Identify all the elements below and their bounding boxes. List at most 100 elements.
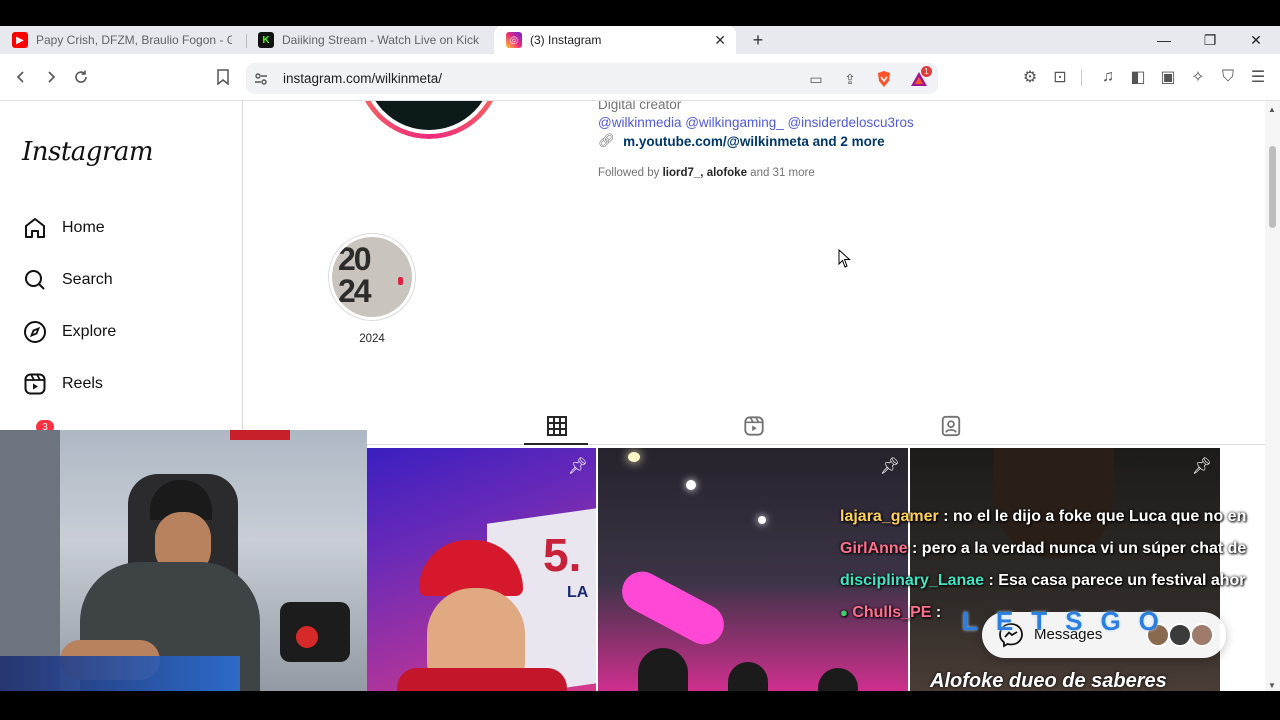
scroll-thumb[interactable] [1269, 146, 1276, 228]
sidebar-item-label: Search [62, 271, 113, 288]
sidebar-item-explore[interactable]: Explore [22, 317, 116, 347]
post-tile[interactable]: 📌︎ [598, 448, 908, 691]
followed-by[interactable]: Followed by liord7_, alofoke and 31 more [598, 167, 815, 179]
chat-user: Chulls_PE [852, 604, 932, 621]
cast-icon[interactable]: ▭ [806, 69, 826, 89]
share-icon[interactable]: ⇪ [840, 69, 860, 89]
chat-user: disciplinary_Lanae [840, 572, 985, 589]
tab-title: (3) Instagram [530, 33, 602, 47]
post-overlay-number: 5. [543, 529, 582, 581]
sidebar-item-label: Home [62, 219, 105, 236]
sidebar-item-search[interactable]: Search [22, 265, 113, 295]
reels-tab-icon[interactable] [739, 411, 769, 441]
bottom-letterbox [0, 691, 1280, 720]
screen: ▶ Papy Crish, DFZM, Braulio Fogon - G K … [0, 0, 1280, 720]
instagram-icon: ◎ [506, 32, 522, 48]
verified-badge-icon: ● [840, 605, 848, 620]
brave-shields-icon[interactable] [874, 69, 894, 89]
profile-category: Digital creator [598, 101, 682, 112]
reels-icon [22, 371, 48, 397]
browser-tab-strip: ▶ Papy Crish, DFZM, Braulio Fogon - G K … [0, 26, 1280, 54]
home-icon [22, 215, 48, 241]
profile-handles[interactable]: @wilkinmedia @wilkingaming_ @insiderdelo… [598, 115, 914, 130]
chat-message: lajara_gamer : no el le dijo a foke que … [840, 508, 1246, 526]
mouse-cursor [838, 249, 851, 268]
sidebar-item-home[interactable]: Home [22, 213, 105, 243]
brave-rewards-icon[interactable]: 1 [909, 66, 932, 89]
chat-user: GirlAnne [840, 540, 908, 557]
link-icon: 🔗︎ [598, 133, 616, 148]
address-bar[interactable]: instagram.com/wilkinmeta/ ▭ ⇪ 1 [246, 63, 938, 94]
tab-youtube[interactable]: ▶ Papy Crish, DFZM, Braulio Fogon - G [12, 26, 242, 54]
chat-message: ● Chulls_PE : [840, 604, 941, 622]
pink-shoe [615, 564, 731, 652]
leo-ai-icon[interactable]: ✧ [1187, 66, 1209, 88]
minimize-button[interactable]: — [1141, 26, 1187, 54]
highlight-cover-text: 24 [338, 273, 372, 309]
followed-prefix: Followed by [598, 167, 660, 179]
tab-instagram[interactable]: ◎ (3) Instagram ✕ [494, 26, 736, 54]
bookmark-icon[interactable] [212, 66, 234, 88]
chat-text: : [935, 604, 942, 621]
reload-button[interactable] [70, 66, 92, 88]
tab-title: Papy Crish, DFZM, Braulio Fogon - G [36, 33, 232, 47]
youtube-icon: ▶ [12, 32, 28, 48]
profile-link-text: m.youtube.com/@wilkinmeta and 2 more [623, 133, 885, 149]
tabs-divider [243, 444, 1265, 445]
chat-message: disciplinary_Lanae : Esa casa parece un … [840, 572, 1246, 590]
shirt [397, 668, 567, 691]
media-icon[interactable]: ♫ [1097, 66, 1119, 88]
rewards-badge: 1 [921, 66, 932, 77]
profile-main: Digital creator @wilkinmedia @wilkingami… [243, 101, 1265, 691]
chat-user: lajara_gamer [840, 508, 939, 525]
scroll-down-icon[interactable]: ▼ [1268, 681, 1277, 690]
site-settings-icon[interactable] [251, 69, 271, 89]
followed-user: liord7_ [662, 167, 701, 179]
sidebar-item-reels[interactable]: Reels [22, 369, 103, 399]
instagram-logo[interactable]: Instagram [22, 137, 154, 167]
compass-icon [22, 319, 48, 345]
sidebar-toggle-icon[interactable]: ◧ [1127, 66, 1149, 88]
followed-separator: , [700, 167, 704, 179]
page-scrollbar[interactable]: ▲ ▼ [1265, 101, 1280, 691]
post-tile[interactable]: 5. LA 📌︎ [367, 448, 596, 691]
menu-icon[interactable]: ☰ [1247, 66, 1269, 88]
profile-link[interactable]: 🔗︎ m.youtube.com/@wilkinmeta and 2 more [598, 133, 885, 149]
highlight-label: 2024 [359, 333, 385, 345]
restore-button[interactable]: ❐ [1187, 26, 1233, 54]
pin-icon: 📌︎ [567, 458, 588, 475]
sidebar-item-label: Explore [62, 323, 117, 340]
extensions-icon[interactable]: ⚙ [1019, 66, 1041, 88]
toolbar-divider [1081, 70, 1082, 86]
profile-avatar[interactable] [356, 101, 502, 139]
url-text: instagram.com/wilkinmeta/ [283, 71, 443, 86]
tab-separator [246, 34, 247, 48]
scroll-up-icon[interactable]: ▲ [1268, 105, 1277, 114]
pin-icon: 📌︎ [879, 458, 900, 475]
close-window-button[interactable]: ✕ [1233, 26, 1279, 54]
vpn-icon[interactable]: ⛉ [1217, 66, 1239, 88]
tagged-icon[interactable] [936, 411, 966, 441]
forward-button[interactable] [40, 66, 62, 88]
tab-kick[interactable]: K Daiiking Stream - Watch Live on Kick [258, 26, 488, 54]
post-overlay-text: LA [567, 584, 589, 601]
followed-suffix: and 31 more [750, 167, 815, 179]
streamer-webcam [0, 430, 367, 706]
sidebar-item-label: Reels [62, 375, 103, 392]
wallet-icon[interactable]: ▣ [1157, 66, 1179, 88]
tab-search-icon[interactable]: ⊡ [1049, 66, 1071, 88]
chat-message: GirlAnne : pero a la verdad nunca vi un … [840, 540, 1246, 558]
pin-icon: 📌︎ [1191, 458, 1212, 475]
post-caption: Alofoke dueo de saberes [930, 670, 1167, 691]
back-button[interactable] [10, 66, 32, 88]
close-tab-icon[interactable]: ✕ [714, 32, 726, 49]
avatar [1190, 623, 1214, 647]
kick-icon: K [258, 32, 274, 48]
new-tab-button[interactable]: + [748, 26, 768, 54]
story-highlight[interactable]: 20 24 [328, 233, 416, 321]
chat-text: : Esa casa parece un festival ahor [988, 572, 1246, 589]
active-tab-indicator [524, 443, 588, 445]
chat-text: : no el le dijo a foke que Luca que no e… [943, 508, 1247, 525]
posts-grid-icon[interactable] [542, 411, 572, 441]
followed-user: alofoke [706, 167, 747, 179]
